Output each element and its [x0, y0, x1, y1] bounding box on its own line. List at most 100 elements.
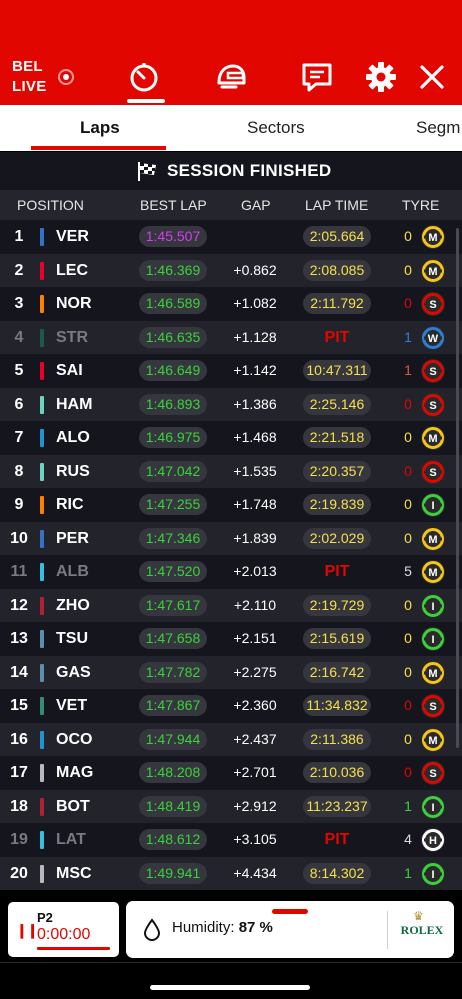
tyre-laps: 0 — [404, 663, 412, 680]
table-row[interactable]: 1 VER 1:45.507 2:05.664 0 M — [0, 220, 462, 254]
session-status-text: SESSION FINISHED — [167, 161, 332, 180]
driver-code: VET — [56, 697, 88, 714]
lap-time: 2:11.792 — [303, 293, 371, 314]
tyre-compound: S — [429, 366, 436, 378]
table-row[interactable]: 9 RIC 1:47.255 +1.748 2:19.839 0 I — [0, 488, 462, 522]
team-color-bar — [40, 596, 44, 615]
col-best-lap: BEST LAP — [140, 197, 207, 213]
table-row[interactable]: 2 LEC 1:46.369 +0.862 2:08.085 0 M — [0, 253, 462, 287]
tab-bar: Laps Sectors Segm — [0, 105, 462, 151]
driver-code: LEC — [56, 261, 88, 279]
tyre-compound: M — [428, 232, 437, 244]
driver-code: STR — [56, 328, 88, 346]
lap-time: 11:23.237 — [303, 795, 371, 817]
row-position: 14 — [10, 663, 28, 681]
table-row[interactable]: 15 VET 1:47.867 +2.360 11:34.832 0 S — [0, 689, 462, 723]
gap: +2.437 — [233, 730, 277, 747]
tyre-laps: 0 — [404, 261, 412, 278]
best-lap: 1:48.419 — [139, 795, 207, 817]
gap: +2.275 — [233, 663, 277, 680]
lap-time: PIT — [324, 831, 350, 848]
tyre-icon: S — [421, 459, 445, 484]
tyre-laps: 0 — [404, 295, 412, 311]
tab-segments[interactable]: Segm — [416, 105, 460, 151]
helmet-icon[interactable] — [214, 60, 248, 94]
tyre-icon: I — [421, 861, 445, 886]
row-position: 7 — [14, 429, 24, 446]
tab-sectors[interactable]: Sectors — [247, 105, 305, 151]
table-row[interactable]: 13 TSU 1:47.658 +2.151 2:15.619 0 I — [0, 622, 462, 656]
driver-code: HAM — [56, 395, 93, 413]
driver-code: LAT — [56, 831, 86, 848]
best-lap: 1:46.369 — [139, 259, 207, 281]
row-position: 12 — [10, 596, 28, 614]
lap-time: 2:08.085 — [303, 259, 371, 281]
col-tyre: TYRE — [402, 197, 440, 213]
gap: +1.535 — [233, 462, 277, 479]
tab-laps[interactable]: Laps — [80, 105, 120, 151]
table-row[interactable]: 12 ZHO 1:47.617 +2.110 2:19.729 0 I — [0, 588, 462, 622]
table-row[interactable]: 7 ALO 1:46.975 +1.468 2:21.518 0 M — [0, 421, 462, 455]
table-row[interactable]: 17 MAG 1:48.208 +2.701 2:10.036 0 S — [0, 756, 462, 790]
lap-time: PIT — [324, 563, 350, 580]
table-row[interactable]: 18 BOT 1:48.419 +2.912 11:23.237 1 I — [0, 789, 462, 823]
row-position: 16 — [10, 730, 28, 748]
best-lap: 1:47.867 — [139, 695, 207, 716]
best-lap: 1:47.520 — [139, 561, 207, 582]
tyre-compound: S — [429, 701, 436, 713]
table-row[interactable]: 6 HAM 1:46.893 +1.386 2:25.146 0 S — [0, 387, 462, 421]
gap: +3.105 — [233, 831, 277, 847]
tyre-icon: M — [421, 660, 445, 685]
driver-code: OCO — [56, 730, 93, 748]
team-color-bar — [40, 261, 44, 280]
gap: +1.128 — [233, 328, 277, 345]
table-row[interactable]: 8 RUS 1:47.042 +1.535 2:20.357 0 S — [0, 454, 462, 488]
table-row[interactable]: 10 PER 1:47.346 +1.839 2:02.029 0 M — [0, 521, 462, 555]
close-icon[interactable] — [415, 60, 449, 94]
tyre-compound: I — [431, 601, 434, 613]
table-row[interactable]: 3 NOR 1:46.589 +1.082 2:11.792 0 S — [0, 287, 462, 321]
gap: +2.701 — [233, 764, 277, 780]
lap-time: 2:05.664 — [303, 226, 371, 247]
tyre-icon: I — [421, 627, 445, 651]
tyre-compound: W — [428, 333, 439, 345]
session-location[interactable]: BEL LIVE — [12, 57, 47, 97]
table-row[interactable]: 14 GAS 1:47.782 +2.275 2:16.742 0 M — [0, 655, 462, 689]
weather-card[interactable]: Humidity: 87 % ♛ ROLEX — [126, 901, 454, 958]
tyre-laps: 1 — [404, 328, 412, 345]
humidity-readout: Humidity: 87 % — [172, 919, 273, 936]
team-color-bar — [40, 563, 44, 581]
best-lap: 1:49.941 — [139, 862, 207, 884]
row-position: 4 — [14, 328, 24, 346]
tyre-compound: I — [431, 634, 434, 646]
lap-time: 2:20.357 — [303, 460, 371, 482]
row-position: 1 — [14, 228, 24, 245]
best-lap: 1:47.042 — [139, 460, 207, 482]
timer-icon[interactable] — [127, 60, 161, 94]
scrollbar[interactable] — [456, 228, 459, 748]
table-row[interactable]: 19 LAT 1:48.612 +3.105 PIT 4 H — [0, 823, 462, 857]
gap: +2.151 — [233, 630, 277, 646]
driver-code: RIC — [56, 496, 84, 513]
table-row[interactable]: 5 SAI 1:46.649 +1.142 10:47.311 1 S — [0, 354, 462, 388]
chat-icon[interactable] — [300, 60, 334, 94]
gap: +1.468 — [233, 429, 277, 445]
tyre-compound: M — [428, 735, 437, 747]
tyre-laps: 5 — [404, 563, 412, 579]
team-color-bar — [40, 797, 44, 816]
tyre-compound: I — [431, 869, 434, 881]
session-card[interactable]: ❙❙ P2 0:00:00 — [8, 902, 119, 957]
live-indicator-icon — [58, 69, 74, 85]
home-indicator[interactable] — [150, 985, 310, 990]
lap-time: PIT — [324, 328, 350, 346]
table-row[interactable]: 20 MSC 1:49.941 +4.434 8:14.302 1 I — [0, 856, 462, 890]
gear-icon[interactable] — [364, 60, 398, 94]
table-row[interactable]: 16 OCO 1:47.944 +2.437 2:11.386 0 M — [0, 722, 462, 756]
team-color-bar — [40, 362, 44, 380]
best-lap: 1:46.893 — [139, 393, 207, 415]
table-row[interactable]: 11 ALB 1:47.520 +2.013 PIT 5 M — [0, 555, 462, 589]
table-row[interactable]: 4 STR 1:46.635 +1.128 PIT 1 W — [0, 320, 462, 354]
driver-code: NOR — [56, 295, 92, 312]
tyre-icon: S — [421, 359, 445, 383]
driver-code: MSC — [56, 864, 92, 882]
